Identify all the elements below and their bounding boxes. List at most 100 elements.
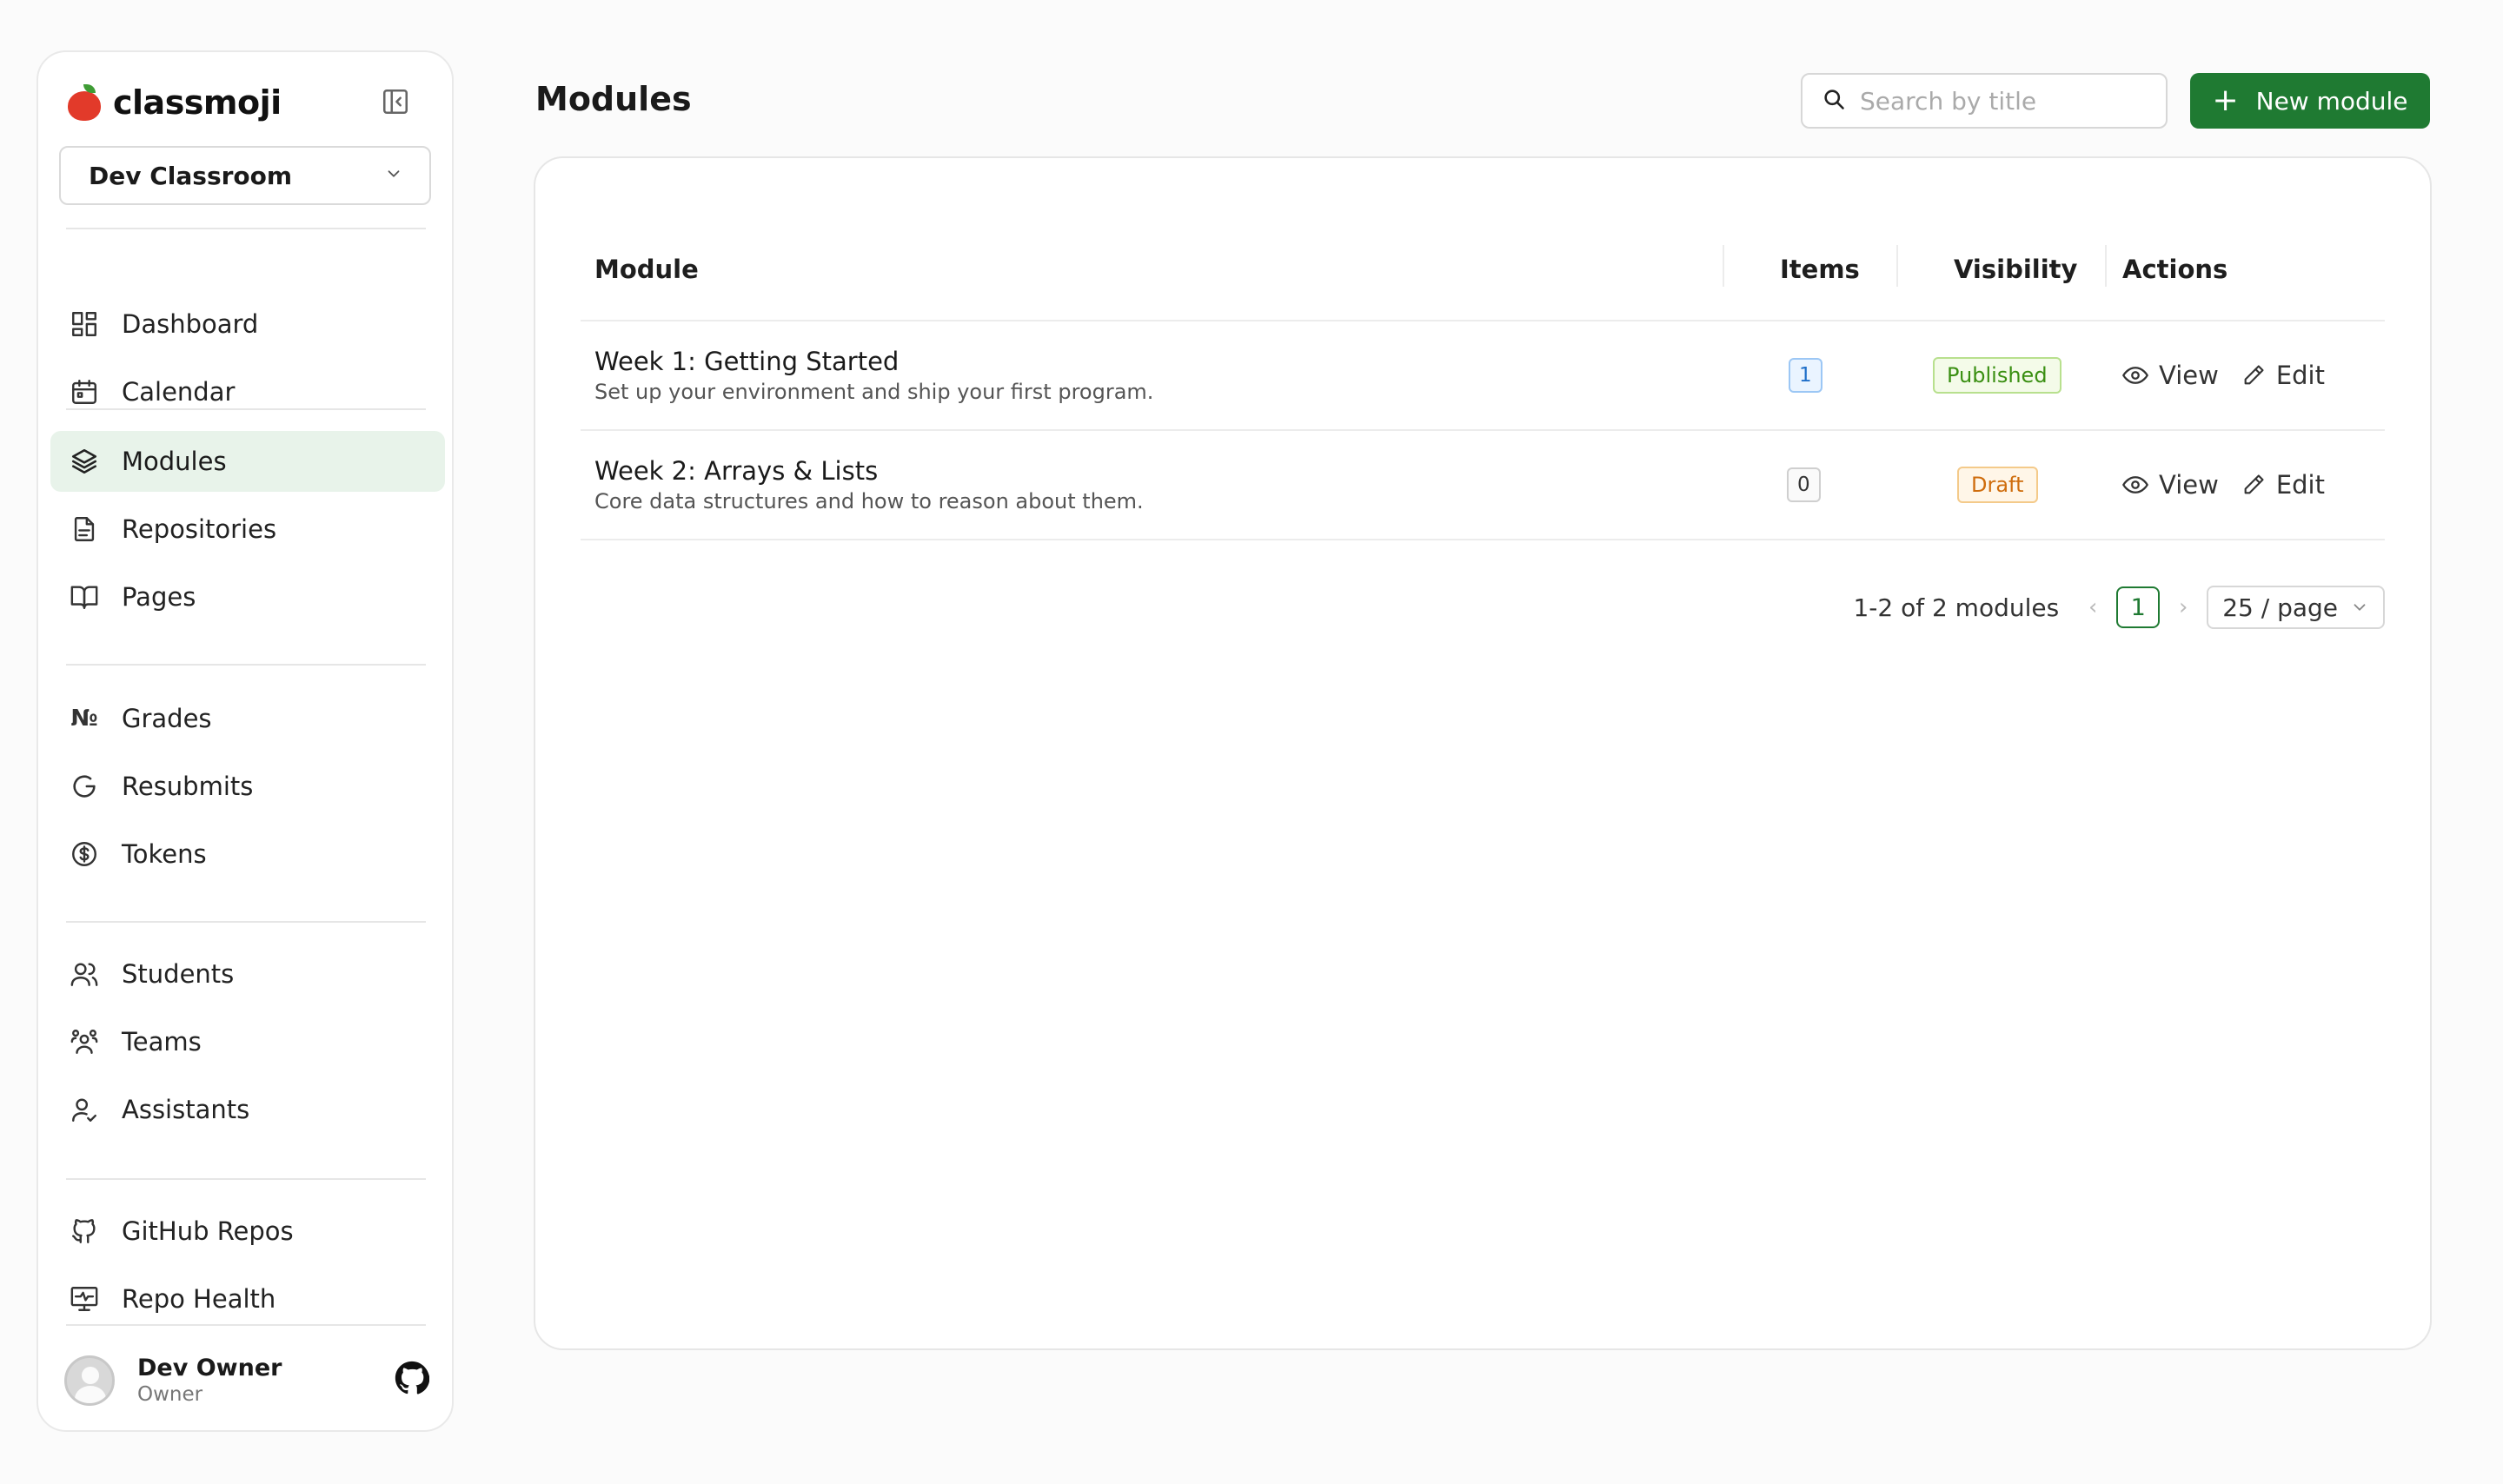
table-row[interactable]: Week 1: Getting Started Set up your envi… [581, 321, 2385, 431]
column-separator [2105, 245, 2107, 287]
sidebar-item-label: Grades [122, 704, 212, 733]
module-cell: Week 1: Getting Started Set up your envi… [594, 321, 1153, 429]
user-role: Owner [137, 1383, 203, 1406]
column-header-items[interactable]: Items [1780, 219, 1860, 320]
sidebar-item-label: Modules [122, 447, 227, 476]
refresh-icon [68, 770, 101, 803]
classroom-select[interactable]: Dev Classroom [59, 146, 431, 205]
sidebar-item-teams[interactable]: Teams [50, 1011, 445, 1072]
column-separator [1723, 245, 1724, 287]
sidebar-item-students[interactable]: Students [50, 944, 445, 1004]
sidebar-item-label: Pages [122, 582, 196, 612]
brand-logo[interactable]: classmoji [68, 82, 282, 123]
sidebar-item-label: Teams [122, 1027, 202, 1057]
dashboard-icon [68, 308, 101, 341]
eye-icon [2122, 367, 2148, 384]
module-description: Core data structures and how to reason a… [594, 489, 1144, 513]
items-cell: 1 [1789, 321, 1822, 429]
edit-button[interactable]: Edit [2241, 470, 2325, 500]
github-icon[interactable] [395, 1361, 2479, 1399]
sidebar-item-label: Repo Health [122, 1284, 276, 1314]
sidebar-item-label: Tokens [122, 839, 207, 869]
user-check-icon [68, 1093, 101, 1126]
nav-divider [66, 664, 426, 666]
sidebar-item-grades[interactable]: № Grades [50, 688, 445, 749]
visibility-cell: Published [1933, 321, 2061, 429]
items-count-badge: 0 [1787, 467, 1821, 502]
team-icon [68, 1025, 101, 1058]
items-cell: 0 [1787, 431, 1821, 539]
calendar-icon [68, 375, 101, 408]
brand-name: classmoji [113, 83, 282, 122]
view-label: View [2159, 361, 2219, 390]
view-button[interactable]: View [2122, 470, 2219, 500]
sidebar-item-dashboard[interactable]: Dashboard [50, 294, 445, 354]
chevron-down-icon [2354, 604, 2366, 611]
dollar-circle-icon [68, 838, 101, 871]
sidebar-item-resubmits[interactable]: Resubmits [50, 756, 445, 817]
column-header-actions: Actions [2122, 255, 2228, 284]
module-title[interactable]: Week 1: Getting Started [594, 346, 1153, 377]
page-size-value: 25 / page [2222, 593, 2338, 622]
nav-divider [66, 408, 426, 410]
search-field[interactable] [1801, 73, 2168, 129]
user-name: Dev Owner [137, 1355, 282, 1381]
page-button[interactable]: 1 [2116, 586, 2161, 628]
nav-divider [66, 921, 426, 923]
sidebar-item-label: GitHub Repos [122, 1216, 294, 1246]
monitor-pulse-icon [68, 1282, 101, 1315]
sidebar-item-tokens[interactable]: Tokens [50, 824, 445, 884]
sidebar-item-github-repos[interactable]: GitHub Repos [50, 1201, 445, 1262]
visibility-cell: Draft [1957, 431, 2038, 539]
eye-icon [2122, 476, 2148, 494]
edit-label: Edit [2275, 361, 2325, 390]
table-row[interactable]: Week 2: Arrays & Lists Core data structu… [581, 431, 2385, 540]
sidebar-item-label: Calendar [122, 377, 236, 407]
column-header-module[interactable]: Module [594, 219, 699, 320]
pagination: 1-2 of 2 modules ‹ 1 › 25 / page [1853, 586, 2385, 629]
sidebar-item-label: Repositories [122, 514, 277, 544]
plus-icon: + [2212, 83, 2239, 118]
nav-divider [66, 1324, 426, 1326]
search-icon [1822, 87, 1846, 115]
sidebar: classmoji Dev Classroom Dashboard Calend… [37, 50, 454, 1432]
chevron-left-icon[interactable]: ‹ [2081, 594, 2104, 620]
sidebar-item-label: Students [122, 959, 235, 989]
actions-cell: View Edit [2122, 321, 2347, 429]
sidebar-item-repositories[interactable]: Repositories [50, 499, 445, 560]
apple-icon [68, 84, 101, 121]
column-header-visibility[interactable]: Visibility [1954, 219, 2077, 320]
collapse-sidebar-icon[interactable] [381, 87, 410, 116]
edit-button[interactable]: Edit [2241, 361, 2325, 390]
sidebar-item-calendar[interactable]: Calendar [50, 361, 445, 422]
nav-divider [66, 228, 426, 229]
new-module-button[interactable]: + New module [2190, 73, 2430, 129]
module-description: Set up your environment and ship your fi… [594, 380, 1154, 404]
numero-icon: № [70, 706, 98, 732]
view-label: View [2159, 470, 2219, 500]
users-icon [68, 957, 101, 990]
sidebar-item-pages[interactable]: Pages [50, 566, 445, 627]
module-title[interactable]: Week 2: Arrays & Lists [594, 455, 1144, 487]
user-profile[interactable]: Dev Owner Owner [64, 1350, 429, 1411]
sidebar-item-modules[interactable]: Modules [50, 431, 445, 492]
sidebar-item-assistants[interactable]: Assistants [50, 1079, 445, 1140]
sidebar-item-repo-health[interactable]: Repo Health [50, 1269, 445, 1329]
chevron-right-icon[interactable]: › [2172, 594, 2194, 620]
module-cell: Week 2: Arrays & Lists Core data structu… [594, 431, 1144, 539]
sidebar-item-label: Assistants [122, 1095, 250, 1124]
status-badge: Draft [1957, 467, 2038, 503]
column-separator [1896, 245, 1898, 287]
edit-label: Edit [2275, 470, 2325, 500]
page-size-select[interactable]: 25 / page [2207, 586, 2385, 629]
status-badge: Published [1933, 357, 2061, 394]
sidebar-item-label: Resubmits [122, 772, 254, 801]
pencil-icon [2244, 474, 2264, 494]
pencil-icon [2244, 365, 2264, 385]
search-input[interactable] [1858, 85, 2157, 116]
file-icon [68, 513, 101, 546]
view-button[interactable]: View [2122, 361, 2219, 390]
layers-icon [68, 445, 101, 478]
items-count-badge: 1 [1789, 358, 1822, 393]
pagination-summary: 1-2 of 2 modules [1853, 593, 2060, 622]
